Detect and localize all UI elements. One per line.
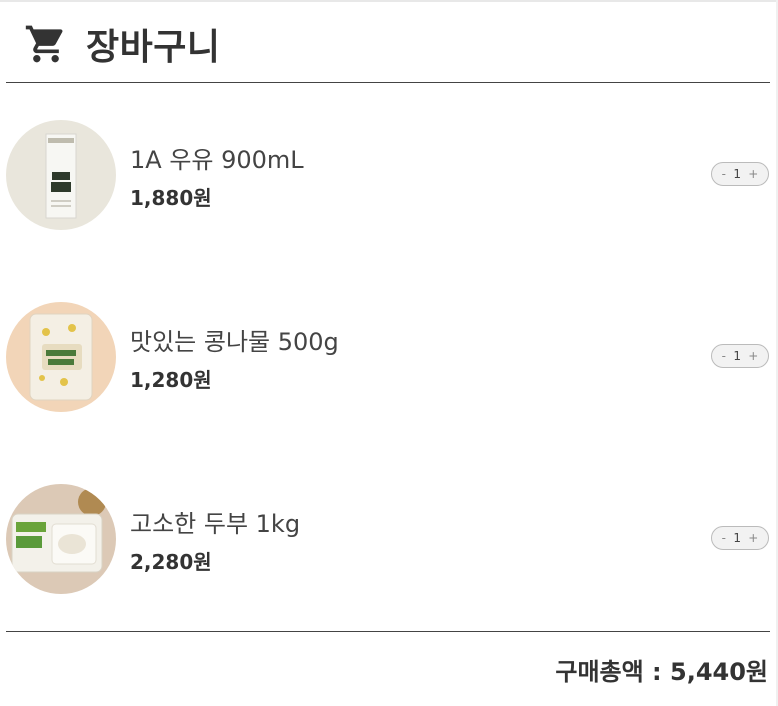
page-title: 장바구니 — [86, 27, 221, 68]
total-amount: 구매총액 : 5,440원 — [555, 658, 768, 686]
quantity-value: 1 — [733, 167, 741, 181]
quantity-value: 1 — [733, 349, 741, 363]
product-image-bean-sprouts — [6, 302, 116, 412]
increase-button[interactable]: + — [748, 168, 758, 180]
cart-item: 고소한 두부 1kg 2,280원 - 1 + — [6, 484, 770, 596]
quantity-stepper[interactable]: - 1 + — [711, 344, 769, 368]
product-price: 2,280원 — [130, 550, 212, 574]
footer-divider — [6, 631, 770, 632]
product-price: 1,880원 — [130, 186, 212, 210]
decrease-button[interactable]: - — [722, 168, 726, 180]
cart-icon — [25, 25, 63, 63]
product-image-tofu — [6, 484, 116, 594]
quantity-stepper[interactable]: - 1 + — [711, 162, 769, 186]
quantity-value: 1 — [733, 531, 741, 545]
cart-header: 장바구니 — [6, 0, 770, 83]
product-name: 맛있는 콩나물 500g — [130, 328, 339, 356]
product-price: 1,280원 — [130, 368, 212, 392]
decrease-button[interactable]: - — [722, 350, 726, 362]
cart-item: 맛있는 콩나물 500g 1,280원 - 1 + — [6, 302, 770, 414]
increase-button[interactable]: + — [748, 350, 758, 362]
product-name: 고소한 두부 1kg — [130, 510, 301, 538]
quantity-stepper[interactable]: - 1 + — [711, 526, 769, 550]
decrease-button[interactable]: - — [722, 532, 726, 544]
increase-button[interactable]: + — [748, 532, 758, 544]
product-name: 1A 우유 900mL — [130, 146, 304, 174]
product-image-milk — [6, 120, 116, 230]
cart-item: 1A 우유 900mL 1,880원 - 1 + — [6, 120, 770, 232]
